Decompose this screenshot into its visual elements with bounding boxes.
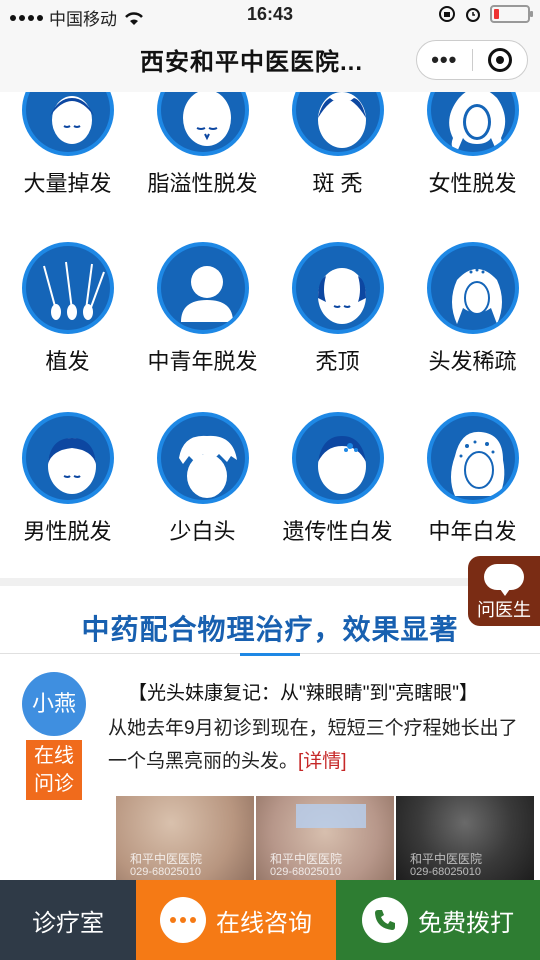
man-head-icon <box>21 412 114 504</box>
category-item[interactable]: 遗传性白发 <box>270 412 405 546</box>
category-label: 遗传性白发 <box>282 519 393 544</box>
category-item[interactable]: 男性脱发 <box>0 412 135 546</box>
white-hair-icon <box>156 412 249 504</box>
category-item[interactable]: 少白头 <box>135 412 270 546</box>
category-label: 脂溢性脱发 <box>147 171 258 196</box>
category-item[interactable]: 脂溢性脱发 <box>135 92 270 198</box>
bottom-action-bar: 诊疗室 在线咨询 免费拨打 <box>0 880 540 960</box>
blurred-label <box>296 804 366 828</box>
consult-line-1: 在线 <box>34 745 74 767</box>
chat-bubble-icon <box>484 564 524 596</box>
article-body: 从她去年9月初诊到现在，短短三个疗程她长出了一个乌黑亮丽的头发。[详情] <box>108 712 534 778</box>
details-link[interactable]: [详情] <box>298 751 347 772</box>
headline-text: 中药配合物理治疗，效果显著 <box>81 614 459 645</box>
close-button[interactable] <box>472 48 527 72</box>
mini-program-capsule: ••• <box>416 40 528 80</box>
case-photo[interactable]: 和平中医医院 029-68025010 <box>396 796 534 886</box>
patchy-head-icon <box>291 92 384 156</box>
ask-doctor-label: 问医生 <box>477 600 531 620</box>
photo-phone: 029-68025010 <box>410 866 481 878</box>
category-item[interactable]: 斑 秃 <box>270 92 405 198</box>
section-headline: 中药配合物理治疗，效果显著 <box>0 592 540 656</box>
case-photos: 和平中医医院 029-68025010 和平中医医院 029-68025010 … <box>116 796 534 886</box>
category-label: 植发 <box>45 349 90 374</box>
category-label: 斑 秃 <box>312 171 363 196</box>
battery-icon <box>490 5 533 23</box>
headline-underline <box>240 653 300 656</box>
clinic-label: 诊疗室 <box>32 909 104 937</box>
thin-hair-woman-icon <box>426 242 519 334</box>
woman-head-icon <box>21 92 114 156</box>
close-ring-icon <box>487 48 512 72</box>
gray-hair-woman-icon <box>426 412 519 504</box>
hair-follicle-icon <box>21 242 114 334</box>
photo-watermark: 和平中医医院 <box>270 852 343 866</box>
clinic-button[interactable]: 诊疗室 <box>0 880 136 960</box>
bald-head-icon <box>156 92 249 156</box>
category-label: 秃顶 <box>315 349 360 374</box>
category-label: 头发稀疏 <box>428 349 517 374</box>
page-title: 西安和平中医医院... <box>140 49 364 76</box>
woman-hair-icon <box>426 92 519 156</box>
alarm-icon <box>466 8 480 22</box>
category-item[interactable]: 头发稀疏 <box>405 242 540 376</box>
category-label: 男性脱发 <box>23 519 112 544</box>
consult-line-2: 问诊 <box>34 773 74 795</box>
title-bar: 西安和平中医医院... ••• <box>0 30 540 92</box>
free-call-button[interactable]: 免费拨打 <box>336 880 540 960</box>
category-label: 中年白发 <box>428 519 517 544</box>
person-icon <box>156 242 249 334</box>
case-photo[interactable]: 和平中医医院 029-68025010 <box>116 796 254 886</box>
phone-icon <box>362 897 408 943</box>
ask-doctor-button[interactable]: 问医生 <box>468 556 540 626</box>
category-item[interactable]: 中年白发 <box>405 412 540 546</box>
category-label: 大量掉发 <box>23 171 112 196</box>
spotted-head-icon <box>291 412 384 504</box>
article-title[interactable]: 【光头妹康复记：从"辣眼睛"到"亮瞎眼"】 <box>128 678 478 705</box>
status-bar: 中国移动 16:43 <box>0 0 540 30</box>
category-item[interactable]: 植发 <box>0 242 135 376</box>
section-divider <box>0 578 540 586</box>
free-call-label: 免费拨打 <box>418 909 514 937</box>
bald-top-icon <box>291 242 384 334</box>
more-button[interactable]: ••• <box>417 40 472 80</box>
category-label: 女性脱发 <box>428 171 517 196</box>
online-consult-label: 在线咨询 <box>216 909 312 937</box>
chat-icon <box>160 897 206 943</box>
category-label: 中青年脱发 <box>147 349 258 374</box>
photo-watermark: 和平中医医院 <box>410 852 483 866</box>
case-photo[interactable]: 和平中医医院 029-68025010 <box>256 796 394 886</box>
category-item[interactable]: 大量掉发 <box>0 92 135 198</box>
rotation-lock-icon <box>439 6 455 22</box>
category-label: 少白头 <box>169 519 236 544</box>
photo-watermark: 和平中医医院 <box>130 852 203 866</box>
avatar[interactable]: 小燕 <box>22 672 86 736</box>
category-grid: 大量掉发 脂溢性脱发 斑 秃 女性脱发 植发 中青年脱发 秃顶 头发稀疏 男性脱… <box>0 92 540 570</box>
online-consult-badge[interactable]: 在线 问诊 <box>26 740 82 800</box>
photo-phone: 029-68025010 <box>130 866 201 878</box>
category-item[interactable]: 中青年脱发 <box>135 242 270 376</box>
category-item[interactable]: 女性脱发 <box>405 92 540 198</box>
category-item[interactable]: 秃顶 <box>270 242 405 376</box>
online-consult-button[interactable]: 在线咨询 <box>136 880 336 960</box>
photo-phone: 029-68025010 <box>270 866 341 878</box>
